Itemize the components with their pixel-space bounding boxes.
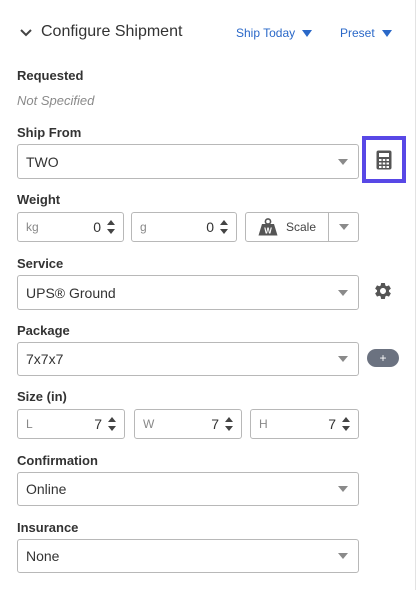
kg-spinner[interactable]	[107, 219, 115, 235]
spin-up-icon[interactable]	[342, 417, 350, 422]
caret-down-icon	[338, 224, 349, 230]
weight-kg-input[interactable]: kg 0	[17, 212, 124, 242]
size-height-input[interactable]: H 7	[250, 409, 359, 439]
spin-down-icon[interactable]	[108, 426, 116, 431]
confirmation-value: Online	[26, 481, 67, 497]
width-unit: W	[143, 417, 155, 431]
gear-icon[interactable]	[373, 281, 393, 301]
height-spinner[interactable]	[342, 416, 350, 432]
scale-label: Scale	[285, 220, 317, 234]
caret-down-icon	[338, 289, 348, 296]
service-label: Service	[17, 256, 64, 271]
g-unit: g	[140, 220, 147, 234]
service-select[interactable]: UPS® Ground	[17, 275, 359, 310]
caret-down-icon	[381, 29, 392, 37]
size-width-input[interactable]: W 7	[134, 409, 242, 439]
ship-today-dropdown[interactable]: Ship Today	[236, 26, 313, 40]
insurance-label: Insurance	[17, 520, 79, 535]
chevron-down-icon[interactable]	[19, 26, 33, 40]
ship-from-label: Ship From	[17, 125, 82, 140]
rate-calculator-button[interactable]	[362, 136, 406, 183]
length-spinner[interactable]	[108, 416, 116, 432]
spin-down-icon[interactable]	[220, 229, 228, 234]
spin-up-icon[interactable]	[108, 417, 116, 422]
kg-value: 0	[93, 219, 101, 235]
confirmation-select[interactable]: Online	[17, 472, 359, 506]
preset-label: Preset	[340, 26, 375, 40]
scale-options-dropdown[interactable]	[329, 212, 359, 242]
package-select[interactable]: 7x7x7	[17, 342, 359, 376]
panel-title: Configure Shipment	[41, 23, 183, 40]
spin-up-icon[interactable]	[220, 220, 228, 225]
scale-button[interactable]: W Scale	[245, 212, 329, 242]
caret-down-icon	[338, 553, 348, 559]
height-unit: H	[259, 417, 268, 431]
add-package-button[interactable]: +	[367, 349, 399, 367]
ship-today-label: Ship Today	[236, 26, 296, 40]
g-value: 0	[206, 219, 214, 235]
length-value: 7	[94, 416, 102, 432]
package-label: Package	[17, 323, 70, 338]
package-value: 7x7x7	[26, 351, 64, 367]
height-value: 7	[328, 416, 336, 432]
g-spinner[interactable]	[220, 219, 228, 235]
ship-from-select[interactable]: TWO	[17, 144, 359, 179]
scale-weight-icon: W	[258, 218, 278, 236]
caret-down-icon	[338, 158, 348, 165]
weight-g-input[interactable]: g 0	[131, 212, 237, 242]
spin-up-icon[interactable]	[107, 220, 115, 225]
kg-unit: kg	[26, 220, 39, 234]
width-value: 7	[211, 416, 219, 432]
requested-value: Not Specified	[17, 93, 95, 108]
size-label: Size (in)	[17, 389, 67, 404]
caret-down-icon	[338, 486, 348, 492]
requested-label: Requested	[17, 68, 84, 83]
preset-dropdown[interactable]: Preset	[340, 26, 392, 40]
length-unit: L	[26, 417, 33, 431]
insurance-value: None	[26, 548, 60, 564]
calculator-icon	[376, 150, 392, 169]
confirmation-label: Confirmation	[17, 453, 98, 468]
weight-label: Weight	[17, 192, 61, 207]
scale-icon-letter: W	[264, 226, 272, 235]
caret-down-icon	[302, 29, 313, 37]
ship-from-value: TWO	[26, 153, 59, 170]
spin-down-icon[interactable]	[225, 426, 233, 431]
spin-down-icon[interactable]	[342, 426, 350, 431]
size-length-input[interactable]: L 7	[17, 409, 125, 439]
spin-up-icon[interactable]	[225, 417, 233, 422]
spin-down-icon[interactable]	[107, 229, 115, 234]
insurance-select[interactable]: None	[17, 539, 359, 573]
caret-down-icon	[338, 356, 348, 362]
width-spinner[interactable]	[225, 416, 233, 432]
plus-icon: +	[379, 351, 387, 365]
service-value: UPS® Ground	[26, 284, 116, 301]
configure-shipment-panel: Configure Shipment Ship Today Preset Req…	[0, 0, 416, 590]
